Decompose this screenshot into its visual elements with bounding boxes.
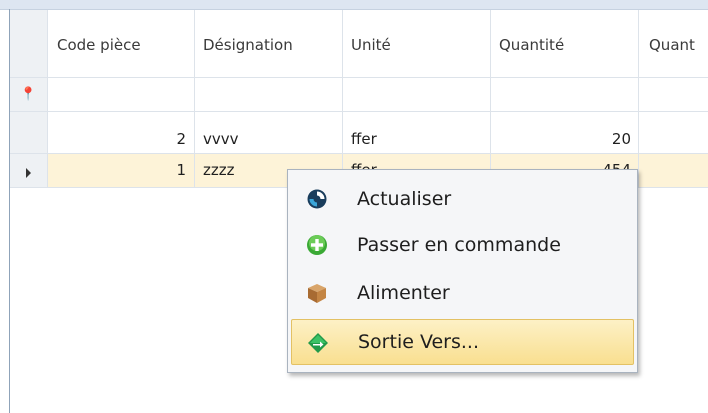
cell-quant[interactable] [639,112,708,154]
menu-item-sortie-vers[interactable]: Sortie Vers... [291,319,634,365]
filter-cell-quantite[interactable] [491,78,639,112]
cell-code[interactable]: 1 [48,154,195,188]
table-row[interactable]: 2 vvvv ffer 20 [10,112,708,154]
grid-header-row: Code pièce Désignation Unité Quantité Qu… [10,10,708,78]
menu-item-actualiser[interactable]: Actualiser [291,176,634,222]
filter-cell-designation[interactable] [195,78,343,112]
row-indicator[interactable] [10,112,48,154]
menu-item-label: Sortie Vers... [358,331,479,353]
cell-unite[interactable]: ffer [343,112,491,154]
filter-cell-quant[interactable] [639,78,708,112]
context-menu: Actualiser Passer en commande Alimenter … [287,169,638,373]
cell-quantite[interactable]: 20 [491,112,639,154]
cell-quant[interactable] [639,154,708,188]
menu-item-label: Alimenter [357,282,450,304]
filter-cell-unite[interactable] [343,78,491,112]
cell-code[interactable]: 2 [48,112,195,154]
menu-item-alimenter[interactable]: Alimenter [291,270,634,316]
pin-icon: 📍 [20,87,37,102]
filter-row-indicator: 📍 [10,78,48,112]
menu-item-passer-en-commande[interactable]: Passer en commande [291,222,634,268]
filter-cell-code[interactable] [48,78,195,112]
header-indicator-cell [10,10,48,78]
export-arrow-icon [308,333,328,353]
column-header-quantite[interactable]: Quantité [491,10,639,78]
column-header-designation[interactable]: Désignation [195,10,343,78]
menu-item-label: Actualiser [357,188,452,210]
menu-item-label: Passer en commande [357,234,561,256]
auto-filter-row[interactable]: 📍 [10,78,708,112]
box-icon [308,284,326,303]
cell-designation[interactable]: vvvv [195,112,343,154]
column-header-unite[interactable]: Unité [343,10,491,78]
column-header-code-piece[interactable]: Code pièce [48,10,195,78]
row-indicator-current[interactable] [10,154,48,188]
refresh-icon [307,189,327,209]
grid-top-strip [0,0,708,10]
column-header-quant[interactable]: Quant [639,10,708,78]
current-row-arrow-icon [26,168,31,178]
add-icon [307,235,327,255]
